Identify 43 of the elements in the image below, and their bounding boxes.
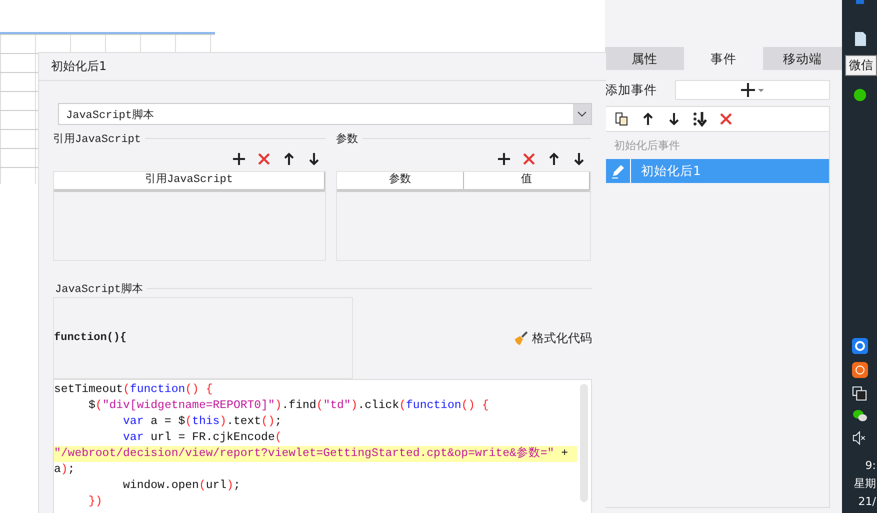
tab[interactable]: 移动端 [763, 47, 842, 70]
code-line: }) [88, 494, 104, 510]
chat-icon[interactable] [852, 409, 868, 423]
code-line: var a = $(this).text(); [122, 414, 283, 430]
move-to-bottom-icon[interactable] [692, 111, 708, 127]
column-header[interactable]: 参数 [337, 172, 464, 189]
function-signature: function(){ [54, 332, 127, 344]
section-title: 引用JavaScript [53, 132, 142, 146]
chat-icon[interactable] [852, 88, 866, 102]
delete-icon[interactable] [521, 151, 537, 167]
plus-icon[interactable] [740, 83, 764, 97]
scrollbar[interactable] [580, 384, 588, 502]
caret-icon[interactable] [573, 104, 591, 124]
tooltip: 微信 [845, 55, 877, 76]
windows-icon[interactable] [852, 386, 867, 401]
section-title: JavaScript脚本 [55, 282, 144, 296]
code-line: var url = FR.cjkEncode( [122, 430, 283, 446]
format-code-button[interactable]: 格式化代码 [513, 330, 592, 346]
tab[interactable]: 属性 [605, 47, 684, 70]
code-line: window.open(url); [122, 478, 242, 494]
code-line: $("div[widgetname=REPORT0]").find("td").click(function() { [88, 398, 490, 414]
clock-text[interactable]: 21/ [858, 493, 876, 511]
speaker-muted-icon[interactable] [852, 431, 867, 445]
event-group-label: 初始化后事件 [613, 138, 681, 154]
dialog-title: 初始化后1 [39, 53, 606, 81]
column-header[interactable]: 值 [464, 172, 590, 189]
type-dropdown[interactable]: JavaScript脚本 [58, 103, 592, 125]
code-line: a); [54, 462, 76, 478]
q-app-icon[interactable] [852, 338, 868, 354]
plus-icon[interactable] [231, 151, 247, 167]
event-name: 初始化后1 [640, 162, 701, 180]
add-event-label: 添加事件 [605, 82, 657, 98]
code-editor[interactable] [53, 379, 592, 513]
app-icon[interactable] [852, 362, 868, 378]
delete-icon[interactable] [256, 151, 272, 167]
code-line: setTimeout(function() { [54, 382, 214, 398]
copy-icon[interactable] [614, 111, 630, 127]
clock-text[interactable]: 9: [865, 457, 876, 475]
clock-text[interactable]: 星期 [854, 475, 876, 493]
delete-icon[interactable] [718, 111, 734, 127]
plus-icon[interactable] [496, 151, 512, 167]
broom-icon [513, 330, 529, 346]
section-title: 参数 [336, 132, 358, 146]
